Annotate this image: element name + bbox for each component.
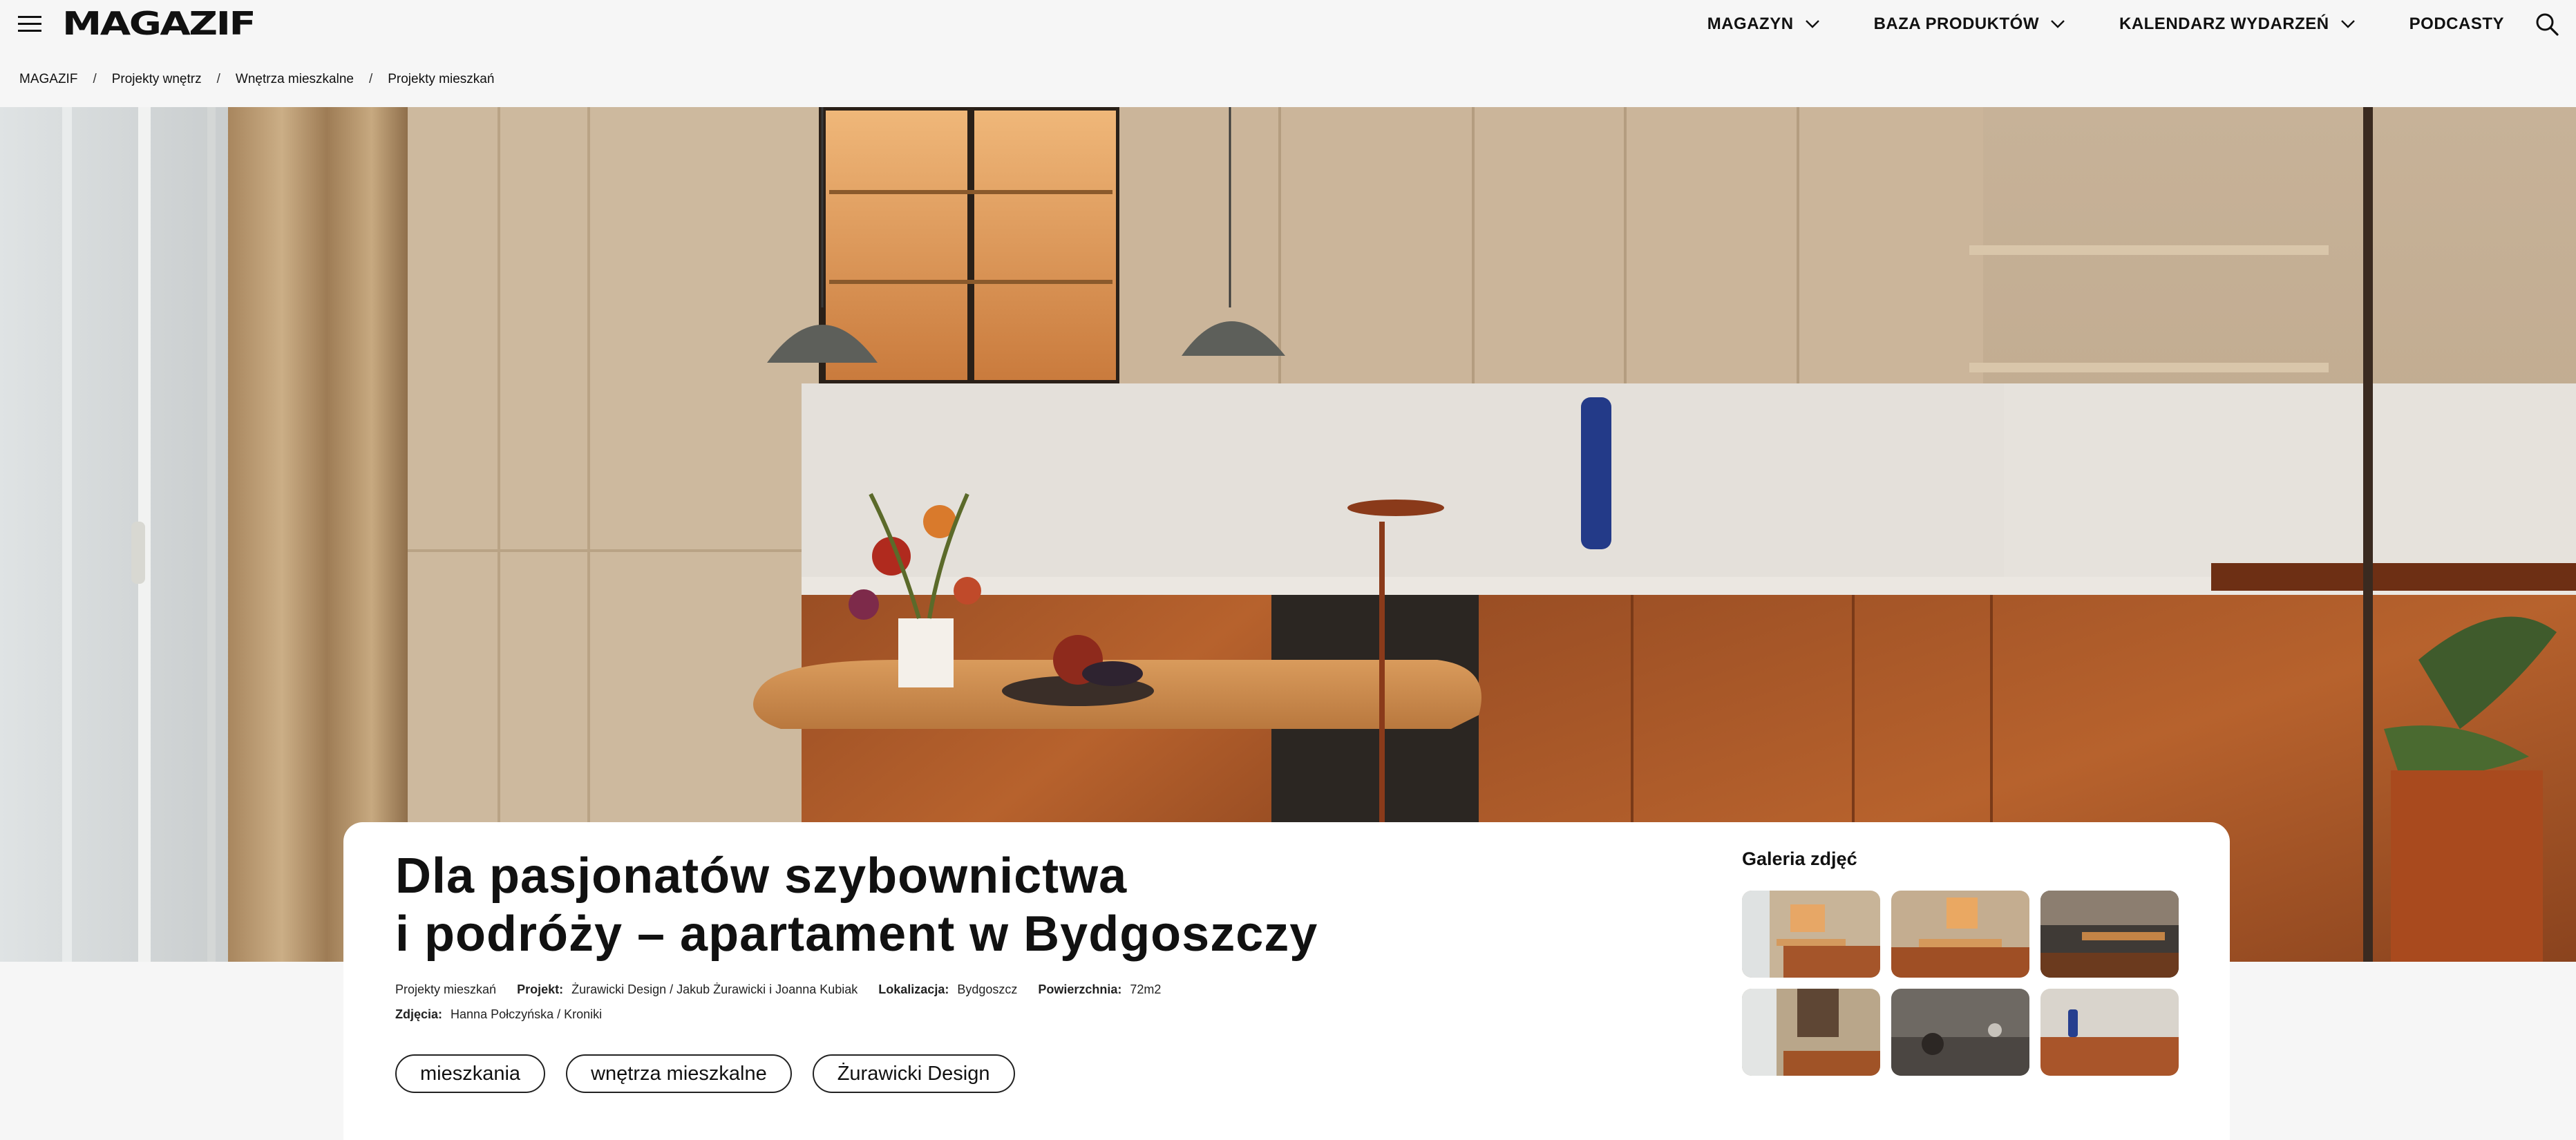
nav-item-magazyn[interactable]: MAGAZYN — [1707, 15, 1820, 34]
meta-location-label: Lokalizacja: — [878, 982, 949, 996]
meta-area-value: 72m2 — [1130, 982, 1162, 996]
meta-area-label: Powierzchnia: — [1038, 982, 1122, 996]
article-tags: mieszkania wnętrza mieszkalne Żurawicki … — [395, 1054, 1036, 1093]
breadcrumb-item-home[interactable]: MAGAZIF — [19, 72, 77, 87]
meta-project: Projekt: Żurawicki Design / Jakub Żurawic… — [517, 977, 858, 1002]
breadcrumb-item-projekty-mieszkan[interactable]: Projekty mieszkań — [388, 72, 494, 87]
gallery-thumbnail-2[interactable] — [1891, 891, 2029, 978]
breadcrumb-item-projekty-wnetrz[interactable]: Projekty wnętrz — [112, 72, 202, 87]
nav-item-kalendarz-wydarzen[interactable]: KALENDARZ WYDARZEŃ — [2119, 15, 2356, 34]
top-navigation-bar: MAGAZIF MAGAZYN BAZA PRODUKTÓW KALENDARZ… — [0, 0, 2576, 48]
gallery-title: Galeria zdjęć — [1742, 848, 1857, 869]
tag-mieszkania[interactable]: mieszkania — [395, 1054, 546, 1093]
meta-project-value: Żurawicki Design / Jakub Żurawicki i Joa… — [571, 982, 858, 996]
nav-label: MAGAZYN — [1707, 15, 1794, 33]
article-title: Dla pasjonatów szybownictwa i podróży – … — [395, 847, 1708, 963]
tag-wnetrza-mieszkalne[interactable]: wnętrza mieszkalne — [566, 1054, 792, 1093]
nav-label: BAZA PRODUKTÓW — [1873, 15, 2039, 33]
article-category[interactable]: Projekty mieszkań — [395, 977, 496, 1002]
meta-area: Powierzchnia: 72m2 — [1038, 977, 1161, 1002]
breadcrumb-separator: / — [93, 72, 97, 86]
article-title-line-2: i podróży – apartament w Bydgoszczy — [395, 906, 1318, 962]
breadcrumb: MAGAZIF / Projekty wnętrz / Wnętrza mies… — [19, 72, 494, 87]
gallery-thumbnails — [1742, 891, 2184, 1076]
chevron-down-icon — [1805, 20, 1819, 28]
meta-project-label: Projekt: — [517, 982, 564, 996]
meta-photos-label: Zdjęcia: — [395, 1007, 443, 1021]
nav-label: PODCASTY — [2409, 15, 2504, 33]
article-title-line-1: Dla pasjonatów szybownictwa — [395, 848, 1128, 904]
meta-location-value: Bydgoszcz — [957, 982, 1018, 996]
site-logo[interactable]: MAGAZIF — [62, 7, 256, 40]
gallery-thumbnail-3[interactable] — [2040, 891, 2179, 978]
chevron-down-icon — [2051, 20, 2065, 28]
gallery-thumbnail-6[interactable] — [2040, 989, 2179, 1076]
gallery-thumbnail-5[interactable] — [1891, 989, 2029, 1076]
search-icon[interactable] — [2535, 12, 2559, 37]
meta-photos: Zdjęcia: Hanna Połczyńska / Kroniki — [395, 1002, 602, 1027]
photo-gallery: Galeria zdjęć — [1742, 848, 2184, 1076]
nav-item-podcasty[interactable]: PODCASTY — [2409, 15, 2504, 34]
article-card: Dla pasjonatów szybownictwa i podróży – … — [343, 822, 2230, 1140]
nav-label: KALENDARZ WYDARZEŃ — [2119, 15, 2329, 33]
hamburger-menu-icon[interactable] — [18, 14, 43, 35]
main-nav: MAGAZYN BAZA PRODUKTÓW KALENDARZ WYDARZE… — [1707, 0, 2576, 48]
nav-item-baza-produktow[interactable]: BAZA PRODUKTÓW — [1874, 15, 2065, 34]
breadcrumb-separator: / — [216, 72, 220, 86]
meta-location: Lokalizacja: Bydgoszcz — [878, 977, 1017, 1002]
tag-zurawicki-design[interactable]: Żurawicki Design — [812, 1054, 1015, 1093]
article-meta: Projekty mieszkań Projekt: Żurawicki Desi… — [395, 977, 1708, 1027]
gallery-thumbnail-1[interactable] — [1742, 891, 1880, 978]
chevron-down-icon — [2340, 20, 2355, 28]
breadcrumb-separator: / — [368, 72, 373, 86]
gallery-thumbnail-4[interactable] — [1742, 989, 1880, 1076]
breadcrumb-item-wnetrza-mieszkalne[interactable]: Wnętrza mieszkalne — [236, 72, 354, 87]
meta-photos-value: Hanna Połczyńska / Kroniki — [451, 1007, 603, 1021]
